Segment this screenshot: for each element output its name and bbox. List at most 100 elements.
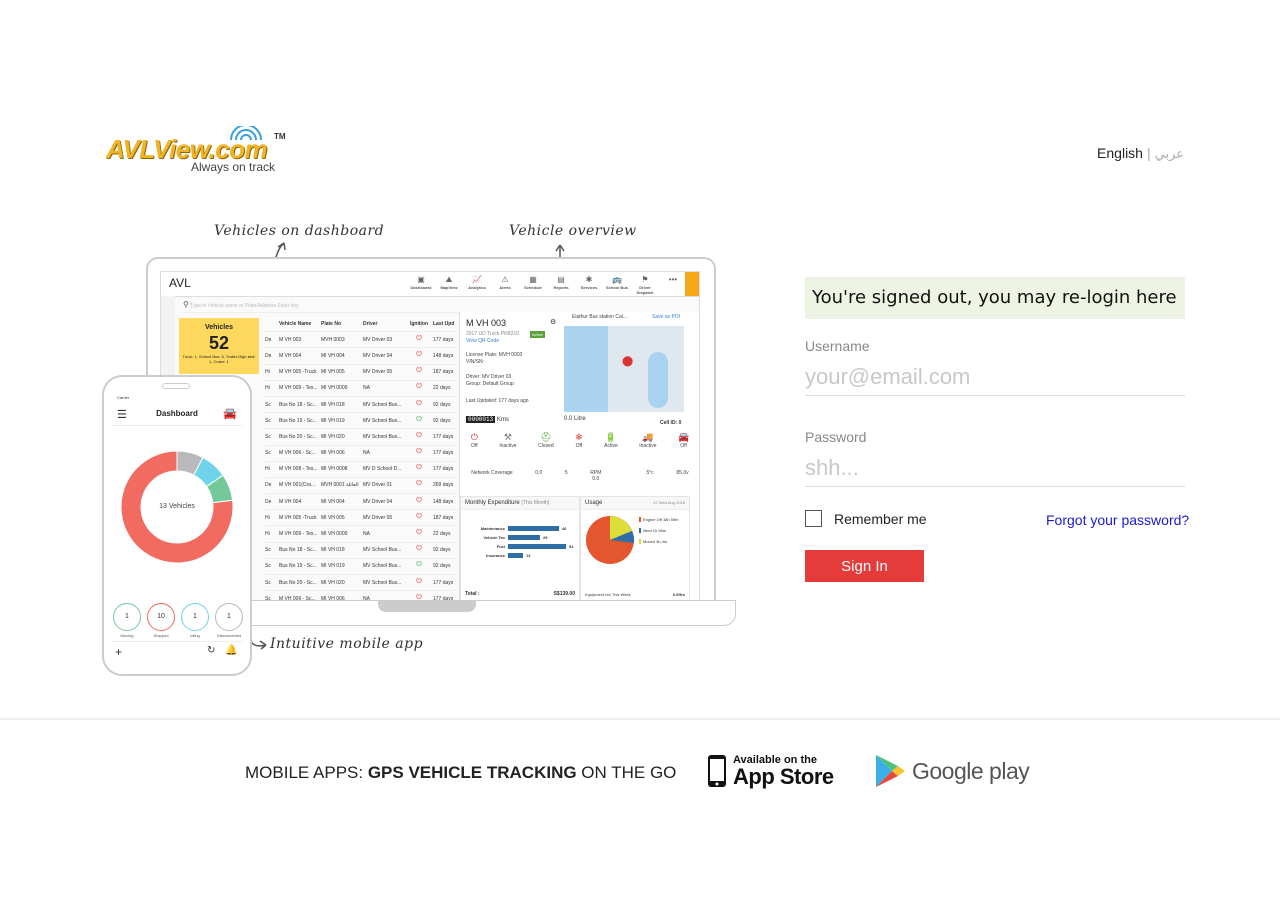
expenditure-header: Monthly Expenditure (This Month): [461, 497, 579, 510]
cell-plate: MI VH 0008: [321, 466, 348, 473]
add-icon[interactable]: +: [115, 645, 122, 659]
col-driver: Driver: [363, 320, 378, 327]
cell-driver: NA: [363, 450, 370, 457]
status-count-stopped[interactable]: 10 Stopped: [147, 603, 175, 638]
password-input[interactable]: [805, 450, 1185, 487]
table-row[interactable]: Hi M VH 009 - Tes... MI VH 0009 NA ⏻ 22 days: [265, 526, 457, 543]
odometer-value: 0000013: [466, 416, 496, 423]
ignition-icon: ⏻: [416, 480, 422, 488]
table-row[interactable]: Sc M VH 006 - Sc... MI VH 006 NA ⏻ 177 days: [265, 446, 457, 462]
cell-driver: MV Driver 05: [363, 514, 393, 521]
table-row[interactable]: Sc Bus No 20 - Sc... MI VH 020 MV School Bu…: [265, 575, 457, 592]
vehicle-table: Vehicle Name Plate No Driver Ignition La…: [265, 316, 457, 600]
ignition-icon: ⏻: [416, 367, 422, 375]
table-row[interactable]: De M VH 004 MI VH 004 MV Driver 04 ⏻ 148 days: [265, 494, 457, 511]
avlview-logo[interactable]: AVLView.com TM Always on track: [106, 126, 296, 178]
table-row[interactable]: Hi M VH 005 -Truck MI VH 005 MV Driver 05 ⏻ 1…: [265, 365, 457, 381]
more-icon[interactable]: •••: [661, 274, 685, 294]
sign-in-button[interactable]: Sign In: [805, 550, 924, 582]
cell-plate: MI VH 005: [321, 514, 345, 521]
table-row[interactable]: De M VH 001(Cra... MVH 0001 العائلة MV Driv…: [265, 478, 457, 495]
remember-checkbox[interactable]: [805, 510, 822, 527]
phone-carrier: Carrier: [117, 395, 130, 400]
ignition-icon: ⏻: [416, 561, 422, 569]
status-count-disconnected[interactable]: 1 Disconnected: [215, 603, 243, 638]
count-circle: 1: [215, 603, 243, 631]
search-bar[interactable]: ⚲ Type in Vehicle name or Plate/Address …: [183, 298, 683, 313]
lang-arabic[interactable]: عربي: [1155, 146, 1184, 161]
nav-analytics[interactable]: 📈 Analytics: [465, 274, 489, 294]
refresh-icon[interactable]: ↻: [207, 645, 215, 656]
cell-last-update: 148 days: [433, 352, 454, 359]
logo-trademark: TM: [274, 132, 286, 141]
status-count-moving[interactable]: 1 Moving: [113, 603, 141, 638]
nav-schoolbus[interactable]: 🚌 School Bus: [605, 274, 629, 294]
car-icon[interactable]: 🚘: [223, 407, 237, 420]
map-pin-icon: ⬤: [622, 356, 634, 367]
refresh-tab[interactable]: [685, 272, 699, 296]
table-row[interactable]: Sc Bus No 18 - Sc... MI VH 018 MV School Bu…: [265, 543, 457, 559]
expenditure-bar-row: Vehicle Tax 29: [465, 533, 579, 542]
cell-plate: MI VH 006: [321, 450, 345, 457]
gear-icon[interactable]: ⚙: [550, 318, 556, 326]
bell-icon[interactable]: 🔔: [225, 645, 237, 656]
status-badge: Active: [530, 331, 545, 338]
qr-link[interactable]: View QR Code: [466, 338, 499, 344]
table-row[interactable]: Hi M VH 009 - Tes... MI VH 0009 NA ⏻ 22 days: [265, 381, 457, 397]
ignition-icon: ⏻: [416, 383, 422, 391]
cell-driver: MV D School D...: [363, 466, 402, 473]
save-poi-link[interactable]: Save as POI: [652, 314, 680, 320]
usage-legend-item: Idled 1h 56m: [639, 528, 679, 533]
table-row[interactable]: De M VH 003 MVH 0003 MV Driver 03 ⏻ 177 days: [265, 332, 457, 349]
cell-plate: MI VH 0009: [321, 531, 348, 538]
nav-dashboard[interactable]: ▣ Dashboard: [409, 274, 433, 294]
status-icon: 🚚: [642, 432, 654, 442]
table-row[interactable]: Hi M VH 005 -Truck MI VH 005 MV Driver 05 ⏻ 1…: [265, 510, 457, 527]
ignition-icon: ⏻: [416, 415, 422, 423]
cell-plate: MI VH 020: [321, 433, 345, 440]
vehicle-map[interactable]: ⬤: [564, 326, 684, 412]
table-row[interactable]: Sc Bus No 20 - Sc... MI VH 020 MV School Bu…: [265, 429, 457, 446]
nav-reports[interactable]: ▤ Reports: [549, 274, 573, 294]
cell-vehicle-name: M VH 006 - Sc...: [279, 450, 316, 457]
nav-schedule[interactable]: ▦ Schedule: [521, 274, 545, 294]
status-counts: 1 Moving 10 Stopped 1 Idling 1 Disconnected: [113, 603, 243, 638]
ignition-icon: ⏻: [416, 399, 422, 407]
vehicle-type-icon: Sc: [265, 417, 271, 424]
nav-services[interactable]: ✱ Services: [577, 274, 601, 294]
app-store-badge[interactable]: Available on the App Store: [707, 754, 834, 788]
status-label: Off: [471, 443, 478, 449]
metric-value: 0.0: [592, 476, 600, 482]
nav-mapview[interactable]: ⛰ MapView: [437, 274, 461, 294]
expenditure-panel: Monthly Expenditure (This Month) Mainten…: [460, 496, 580, 600]
lang-english[interactable]: English: [1097, 145, 1143, 161]
nav-alerts[interactable]: ⚠ Alerts: [493, 274, 517, 294]
table-row[interactable]: Sc Bus No 19 - Sc... MI VH 019 MV School Bu…: [265, 559, 457, 575]
cell-last-update: 177 days: [433, 433, 454, 440]
status-count-idling[interactable]: 1 Idling: [181, 603, 209, 638]
metric-item: 0.0: [535, 470, 542, 482]
nav-driverdispatch[interactable]: ⚑ Driver Dispatch: [633, 274, 657, 295]
expenditure-bar-row: Insurance 13: [465, 551, 579, 560]
metric-label: Network Coverage: [471, 470, 513, 476]
expenditure-bar-row: Maintenance 46: [465, 524, 579, 533]
remember-label: Remember me: [834, 510, 927, 527]
cell-plate: MI VH 018: [321, 401, 345, 408]
table-row[interactable]: Sc Bus No 18 - Sc... MI VH 018 MV School Bu…: [265, 397, 457, 414]
filter-icon[interactable]: ⚲: [183, 300, 189, 309]
cell-last-update: 177 days: [433, 450, 454, 457]
status-item: ⏻ Off: [471, 432, 478, 449]
remember-me[interactable]: Remember me: [805, 510, 927, 527]
vehicle-type-icon: Sc: [265, 401, 271, 408]
username-input[interactable]: [805, 359, 1185, 396]
table-row[interactable]: Hi M VH 008 - Tes... MI VH 0008 MV D School…: [265, 462, 457, 478]
table-row[interactable]: Sc Bus No 19 - Sc... MI VH 019 MV School Bu…: [265, 413, 457, 430]
expenditure-chart: Maintenance 46 Vehicle Tax 29 Fuel 52 Insuranc…: [461, 510, 579, 560]
table-row[interactable]: De M VH 004 MI VH 004 MV Driver 04 ⏻ 148 days: [265, 348, 457, 365]
status-icon: ⚒: [503, 432, 512, 442]
usage-legend-item: Moved 3h 4m: [639, 539, 679, 544]
google-play-badge[interactable]: Google play: [874, 754, 1030, 788]
vehicles-card[interactable]: Vehicles 52 Truck: 1, School Bus: 6, Tra…: [179, 318, 259, 374]
forgot-password-link[interactable]: Forgot your password?: [1046, 512, 1189, 528]
expenditure-total-label: Total :: [465, 591, 480, 597]
